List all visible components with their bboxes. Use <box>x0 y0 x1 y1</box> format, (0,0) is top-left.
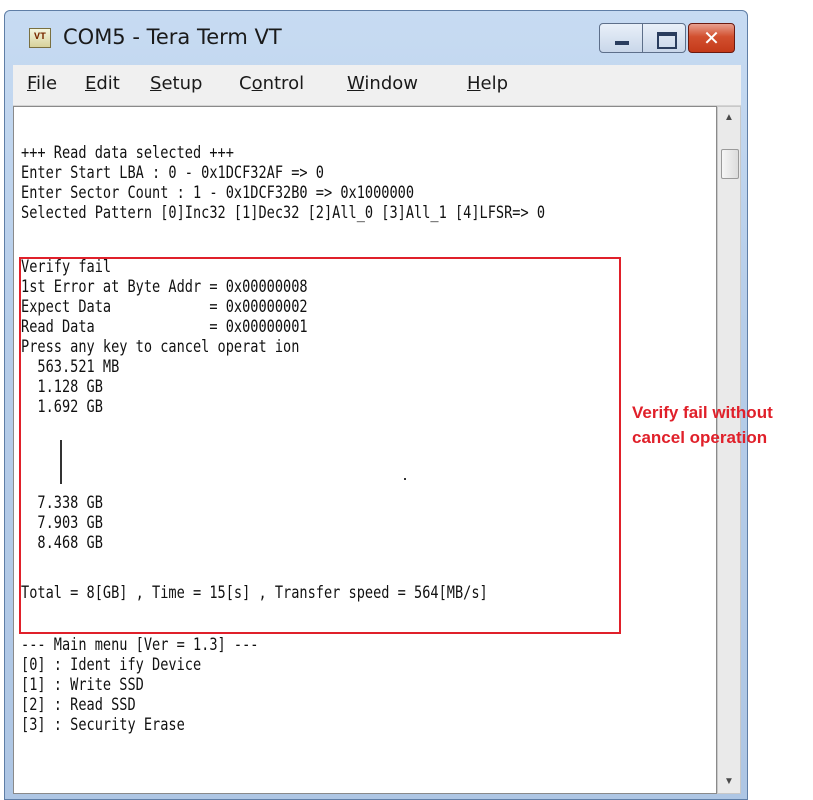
terminal-line: Selected Pattern [0]Inc32 [1]Dec32 [2]Al… <box>21 203 546 223</box>
ellipsis-bar-marker <box>60 440 62 484</box>
vertical-scrollbar[interactable]: ▲ ▼ <box>717 106 741 794</box>
terminal-output[interactable]: +++ Read data selected +++ Enter Start L… <box>13 106 717 794</box>
menu-edit[interactable]: Edit <box>85 73 120 94</box>
terminal-line: --- Main menu [Ver = 1.3] --- <box>21 635 259 655</box>
terminal-line: Enter Start LBA : 0 - 0x1DCF32AF => 0 <box>21 163 324 183</box>
menu-control[interactable]: Control <box>239 73 304 94</box>
terminal-line: 7.338 GB <box>21 493 103 513</box>
minimize-icon <box>615 41 629 45</box>
maximize-button[interactable] <box>642 23 686 53</box>
terminal-line: +++ Read data selected +++ <box>21 143 234 163</box>
annotation-line-1: Verify fail without <box>632 403 773 422</box>
terminal-line: Total = 8[GB] , Time = 15[s] , Transfer … <box>21 583 488 603</box>
close-icon: ✕ <box>703 26 720 50</box>
terminal-line: [2] : Read SSD <box>21 695 136 715</box>
menu-help[interactable]: Help <box>467 73 508 94</box>
scroll-thumb[interactable] <box>721 149 739 179</box>
scroll-down-icon[interactable]: ▼ <box>718 771 740 793</box>
terminal-line: 1.692 GB <box>21 397 103 417</box>
annotation-label: Verify fail without cancel operation <box>632 400 773 450</box>
terminal-line: Verify fail <box>21 257 112 277</box>
terminal-line: Read Data = 0x00000001 <box>21 317 308 337</box>
terminal-line: [0] : Ident ify Device <box>21 655 202 675</box>
terminal-line: [3] : Security Erase <box>21 715 185 735</box>
terminal-line: Press any key to cancel operat ion <box>21 337 300 357</box>
maximize-icon <box>657 32 677 49</box>
menu-file[interactable]: File <box>27 73 57 94</box>
stray-dot <box>404 478 406 480</box>
terminal-line: 8.468 GB <box>21 533 103 553</box>
title-bar[interactable]: VT COM5 - Tera Term VT ✕ <box>5 11 747 65</box>
terminal-line: 563.521 MB <box>21 357 120 377</box>
scroll-up-icon[interactable]: ▲ <box>718 107 740 129</box>
terminal-line: 1st Error at Byte Addr = 0x00000008 <box>21 277 308 297</box>
menu-window[interactable]: Window <box>347 73 418 94</box>
close-button[interactable]: ✕ <box>688 23 735 53</box>
terminal-line: Enter Sector Count : 1 - 0x1DCF32B0 => 0… <box>21 183 415 203</box>
menu-setup[interactable]: Setup <box>150 73 202 94</box>
terminal-line: 1.128 GB <box>21 377 103 397</box>
terminal-line: [1] : Write SSD <box>21 675 144 695</box>
menu-bar: File Edit Setup Control Window Help <box>13 65 741 106</box>
annotation-line-2: cancel operation <box>632 428 768 447</box>
app-icon[interactable]: VT <box>29 28 51 48</box>
terminal-line: Expect Data = 0x00000002 <box>21 297 308 317</box>
terminal-line: 7.903 GB <box>21 513 103 533</box>
window-title: COM5 - Tera Term VT <box>63 25 282 49</box>
minimize-button[interactable] <box>599 23 643 53</box>
